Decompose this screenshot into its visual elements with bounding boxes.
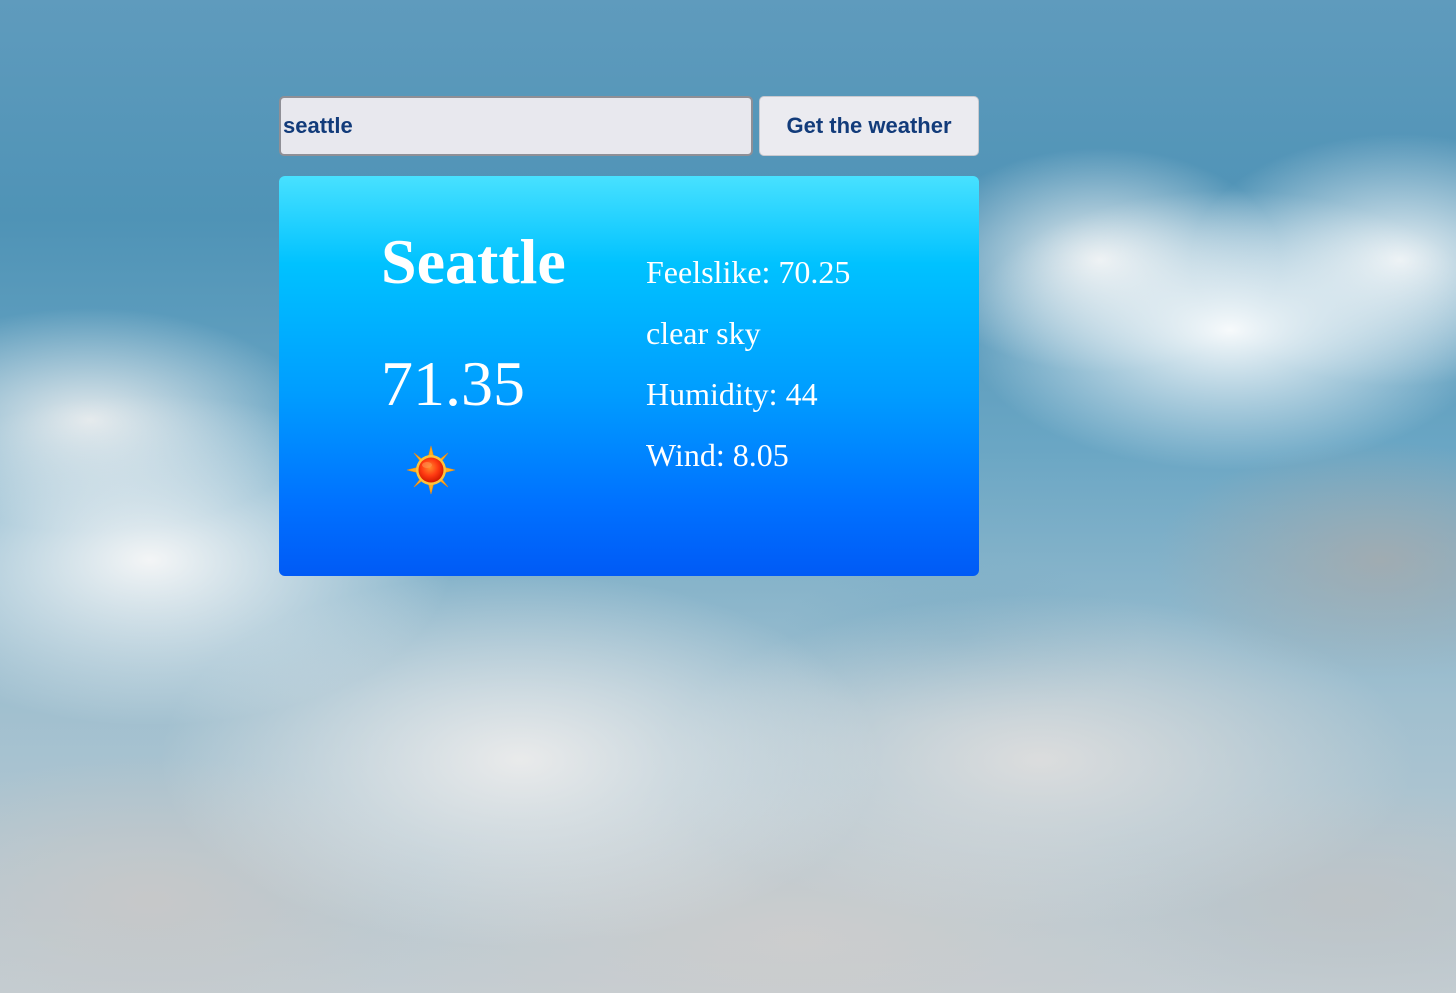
wind-text: Wind: 8.05 bbox=[646, 437, 789, 473]
humidity-text: Humidity: 44 bbox=[646, 376, 818, 412]
page-background: { "search": { "value": "seattle", "butto… bbox=[0, 0, 1456, 993]
search-bar: Get the weather bbox=[279, 96, 979, 156]
feelslike-text: Feelslike: 70.25 bbox=[646, 254, 851, 290]
sun-icon bbox=[406, 445, 456, 495]
temperature-value: 71.35 bbox=[381, 348, 525, 419]
weather-description: clear sky bbox=[646, 315, 761, 351]
get-weather-button[interactable]: Get the weather bbox=[759, 96, 979, 156]
city-name: Seattle bbox=[381, 226, 566, 297]
weather-card: Seattle 71.35 Feelslike: 70.25 clear sky… bbox=[279, 176, 979, 576]
weather-details: Feelslike: 70.25 clear sky Humidity: 44 … bbox=[646, 252, 946, 496]
city-search-input[interactable] bbox=[279, 96, 753, 156]
